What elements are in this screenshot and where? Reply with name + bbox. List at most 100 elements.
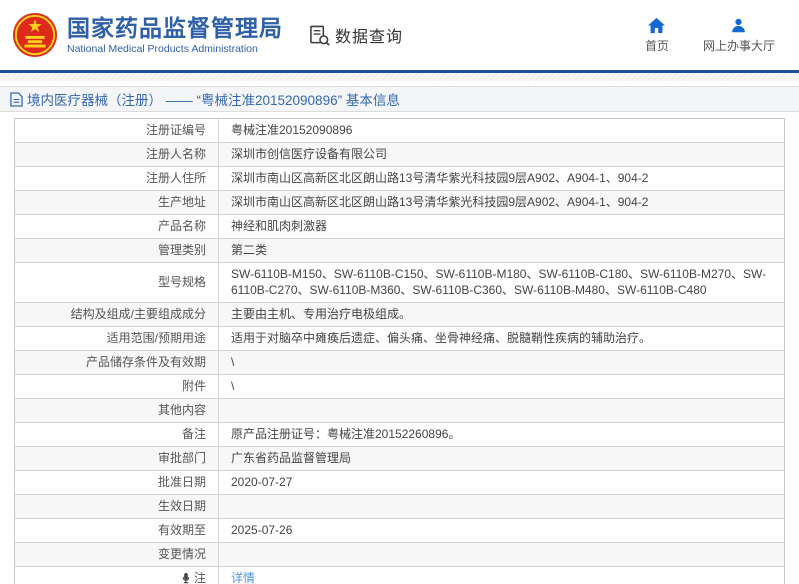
row-value-text: 粤械注准20152090896	[231, 122, 352, 138]
row-label: 产品储存条件及有效期	[15, 351, 219, 374]
row-value-text: 适用于对脑卒中瘫痪后遗症、偏头痛、坐骨神经痛、脱髓鞘性疾病的辅助治疗。	[231, 330, 651, 346]
row-value: 深圳市南山区高新区北区朗山路13号清华紫光科技园9层A902、A904-1、90…	[219, 191, 784, 214]
document-icon	[10, 92, 23, 107]
table-row: 注册人名称 深圳市创信医疗设备有限公司	[15, 142, 784, 166]
row-label-text: 结构及组成/主要组成成分	[71, 306, 206, 322]
row-label: 适用范围/预期用途	[15, 327, 219, 350]
table-row: 备注 原产品注册证号：粤械注准20152260896。	[15, 422, 784, 446]
row-value: 主要由主机、专用治疗电极组成。	[219, 303, 784, 326]
row-value: 第二类	[219, 239, 784, 262]
row-value-text: 原产品注册证号：粤械注准20152260896。	[231, 426, 460, 442]
row-value	[219, 495, 784, 518]
nav-service-hall-label: 网上办事大厅	[703, 37, 775, 54]
row-value: 粤械注准20152090896	[219, 119, 784, 142]
table-row: 管理类别 第二类	[15, 238, 784, 262]
table-row: 注册人住所深圳市南山区高新区北区朗山路13号清华紫光科技园9层A902、A904…	[15, 166, 784, 190]
row-label-text: 适用范围/预期用途	[107, 330, 206, 346]
row-label-text: 生产地址	[158, 194, 206, 210]
row-value-text: \	[231, 378, 234, 394]
row-label-text: 管理类别	[158, 242, 206, 258]
row-value-text: 神经和肌肉刺激器	[231, 218, 327, 234]
table-row: 其他内容	[15, 398, 784, 422]
table-row: 审批部门 广东省药品监督管理局	[15, 446, 784, 470]
row-label-text: 产品名称	[158, 218, 206, 234]
row-value: 深圳市创信医疗设备有限公司	[219, 143, 784, 166]
table-row: 生产地址 深圳市南山区高新区北区朗山路13号清华紫光科技园9层A902、A904-…	[15, 190, 784, 214]
row-label-text: 注册证编号	[146, 122, 206, 138]
table-row: 结构及组成/主要组成成分主要由主机、专用治疗电极组成。	[15, 302, 784, 326]
row-label-text: 备注	[182, 426, 206, 442]
row-label-text: 生效日期	[158, 498, 206, 514]
user-icon	[730, 17, 747, 34]
top-nav: 首页 网上办事大厅	[645, 17, 775, 54]
note-icon	[181, 572, 191, 584]
row-label-text: 批准日期	[158, 474, 206, 490]
table-row: 注册证编号 粤械注准20152090896	[15, 119, 784, 142]
row-label: 注	[15, 567, 219, 584]
row-label-text: 型号规格	[158, 274, 206, 290]
table-row: 生效日期	[15, 494, 784, 518]
row-label: 生产地址	[15, 191, 219, 214]
nav-service-hall[interactable]: 网上办事大厅	[703, 17, 775, 54]
row-label-text: 审批部门	[158, 450, 206, 466]
row-value: 适用于对脑卒中瘫痪后遗症、偏头痛、坐骨神经痛、脱髓鞘性疾病的辅助治疗。	[219, 327, 784, 350]
table-row: 批准日期 2020-07-27	[15, 470, 784, 494]
row-label: 结构及组成/主要组成成分	[15, 303, 219, 326]
info-table: 注册证编号粤械注准20152090896注册人名称深圳市创信医疗设备有限公司注册…	[14, 118, 785, 584]
row-label: 型号规格	[15, 263, 219, 302]
detail-link[interactable]: 详情	[231, 570, 255, 584]
row-label: 附件	[15, 375, 219, 398]
row-value-text: SW-6110B-M150、SW-6110B-C150、SW-6110B-M18…	[231, 266, 772, 298]
table-row: 有效期至 2025-07-26	[15, 518, 784, 542]
org-name-en: National Medical Products Administration	[67, 43, 283, 55]
nav-home-label: 首页	[645, 37, 669, 54]
row-value-text: \	[231, 354, 234, 370]
row-value	[219, 543, 784, 566]
row-label-text: 注册人名称	[146, 146, 206, 162]
row-label: 注册人住所	[15, 167, 219, 190]
row-label-text: 有效期至	[158, 522, 206, 538]
org-name-cn: 国家药品监督管理局	[67, 15, 283, 41]
row-value: 详情	[219, 567, 784, 584]
breadcrumb-text: 境内医疗器械（注册） —— “粤械注准20152090896” 基本信息	[27, 89, 400, 109]
nav-home[interactable]: 首页	[645, 17, 669, 54]
table-row: 变更情况	[15, 542, 784, 566]
row-value: 广东省药品监督管理局	[219, 447, 784, 470]
row-value-text: 广东省药品监督管理局	[231, 450, 351, 466]
row-value: 2020-07-27	[219, 471, 784, 494]
home-icon	[648, 17, 665, 34]
breadcrumb: 境内医疗器械（注册） —— “粤械注准20152090896” 基本信息	[0, 86, 799, 112]
row-label: 产品名称	[15, 215, 219, 238]
row-label: 注册证编号	[15, 119, 219, 142]
data-query-section[interactable]: 数据查询	[309, 23, 403, 47]
document-search-icon	[309, 25, 330, 46]
table-row: 产品储存条件及有效期 \	[15, 350, 784, 374]
table-row: 附件 \	[15, 374, 784, 398]
org-titles: 国家药品监督管理局 National Medical Products Admi…	[67, 15, 283, 55]
row-value-text: 2025-07-26	[231, 522, 292, 538]
table-row: 型号规格 SW-6110B-M150、SW-6110B-C150、SW-6110B…	[15, 262, 784, 302]
decorative-stripe	[0, 73, 799, 81]
nmpa-logo: 国家药品监督管理局 National Medical Products Admi…	[12, 12, 283, 58]
row-label-text: 其他内容	[158, 402, 206, 418]
site-header: 国家药品监督管理局 National Medical Products Admi…	[0, 0, 799, 73]
row-value-text: 第二类	[231, 242, 267, 258]
row-label-text: 注册人住所	[146, 170, 206, 186]
row-label-text: 附件	[182, 378, 206, 394]
row-label: 审批部门	[15, 447, 219, 470]
row-value: 深圳市南山区高新区北区朗山路13号清华紫光科技园9层A902、A904-1、90…	[219, 167, 784, 190]
section-title: 数据查询	[335, 23, 403, 47]
row-label: 管理类别	[15, 239, 219, 262]
row-label: 备注	[15, 423, 219, 446]
table-row: 产品名称 神经和肌肉刺激器	[15, 214, 784, 238]
national-emblem-icon	[12, 12, 58, 58]
row-value-text: 深圳市创信医疗设备有限公司	[231, 146, 387, 162]
row-value-text: 深圳市南山区高新区北区朗山路13号清华紫光科技园9层A902、A904-1、90…	[231, 194, 648, 210]
row-label: 注册人名称	[15, 143, 219, 166]
row-value: 原产品注册证号：粤械注准20152260896。	[219, 423, 784, 446]
row-value-text: 2020-07-27	[231, 474, 292, 490]
page: 国家药品监督管理局 National Medical Products Admi…	[0, 0, 799, 584]
row-value	[219, 399, 784, 422]
table-row: 适用范围/预期用途 适用于对脑卒中瘫痪后遗症、偏头痛、坐骨神经痛、脱髓鞘性疾病的辅…	[15, 326, 784, 350]
row-label: 批准日期	[15, 471, 219, 494]
